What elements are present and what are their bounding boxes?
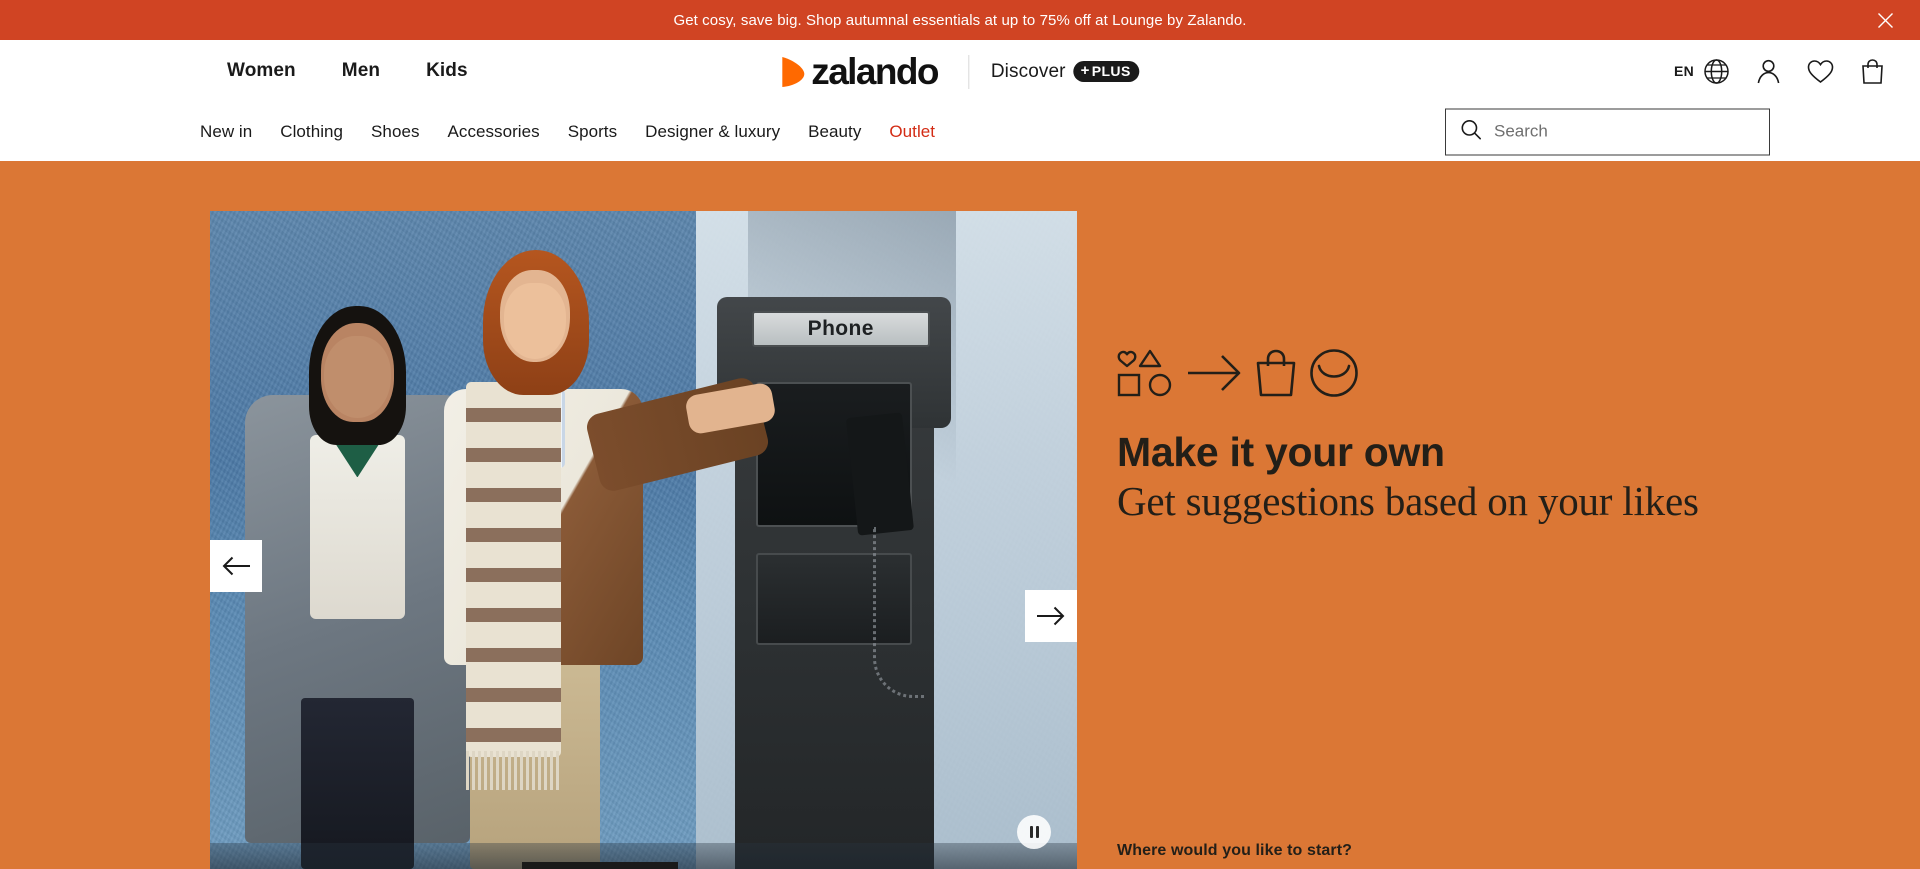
pause-icon-bar-left bbox=[1029, 826, 1033, 838]
secondary-navigation: New in Clothing Shoes Accessories Sports… bbox=[200, 122, 935, 142]
shapes-group-icon bbox=[1117, 349, 1172, 397]
brand-divider bbox=[967, 54, 969, 89]
account-icon[interactable] bbox=[1753, 56, 1783, 86]
model-center-scarf bbox=[465, 382, 562, 758]
nav-women[interactable]: Women bbox=[227, 60, 296, 82]
nav-new-in[interactable]: New in bbox=[200, 122, 252, 142]
nav-sports[interactable]: Sports bbox=[568, 122, 617, 142]
zalando-wordmark: zalando bbox=[811, 51, 939, 92]
nav-beauty[interactable]: Beauty bbox=[808, 122, 861, 142]
nav-accessories[interactable]: Accessories bbox=[448, 122, 540, 142]
model-center-scarf-fringe bbox=[465, 750, 562, 791]
wishlist-heart-icon[interactable] bbox=[1805, 56, 1835, 86]
carousel-progress-fill bbox=[522, 862, 679, 869]
nav-outlet[interactable]: Outlet bbox=[889, 122, 935, 142]
smiley-face-icon bbox=[1310, 349, 1358, 397]
site-header: Women Men Kids zalando Discover + PLUS E… bbox=[0, 40, 1920, 161]
hero-subheadline: Get suggestions based on your likes bbox=[1117, 477, 1699, 524]
carousel-progress-track[interactable] bbox=[210, 862, 1077, 869]
arrow-right-icon bbox=[1188, 355, 1241, 391]
model-center-face bbox=[503, 283, 567, 360]
hero-start-prompt: Where would you like to start? bbox=[1117, 842, 1353, 859]
plus-badge-text: PLUS bbox=[1091, 63, 1131, 79]
hero-content-panel: Make it your own Get suggestions based o… bbox=[1117, 347, 1757, 859]
arrow-right-icon bbox=[1037, 606, 1065, 626]
zalando-logo[interactable]: zalando bbox=[780, 51, 939, 92]
nav-shoes[interactable]: Shoes bbox=[371, 122, 419, 142]
promo-banner: Get cosy, save big. Shop autumnal essent… bbox=[0, 0, 1920, 40]
nav-kids[interactable]: Kids bbox=[426, 60, 468, 82]
nav-designer-luxury[interactable]: Designer & luxury bbox=[645, 122, 780, 142]
search-box[interactable] bbox=[1445, 108, 1770, 155]
brand-block: zalando Discover + PLUS bbox=[780, 51, 1140, 92]
model-left-face bbox=[323, 336, 392, 419]
hero-headline: Make it your own bbox=[1117, 429, 1445, 475]
language-code: EN bbox=[1673, 63, 1694, 79]
carousel-prev-button[interactable] bbox=[210, 540, 262, 592]
shopping-bag-icon[interactable] bbox=[1857, 56, 1887, 86]
pause-icon-bar-right bbox=[1035, 826, 1039, 838]
shopping-bag-icon bbox=[1256, 349, 1296, 397]
search-input[interactable] bbox=[1494, 121, 1755, 142]
hero-icon-sequence bbox=[1117, 347, 1757, 399]
arrow-left-icon bbox=[222, 556, 250, 576]
phone-handset bbox=[845, 412, 914, 537]
nav-clothing[interactable]: Clothing bbox=[280, 122, 343, 142]
plus-badge: + PLUS bbox=[1073, 61, 1140, 82]
campaign-photo: Phone bbox=[210, 211, 1077, 869]
zalando-logo-mark bbox=[782, 56, 805, 87]
header-top-row: Women Men Kids zalando Discover + PLUS E… bbox=[0, 40, 1920, 102]
globe-icon[interactable] bbox=[1701, 56, 1731, 86]
close-icon[interactable] bbox=[1872, 7, 1898, 33]
primary-navigation: Women Men Kids bbox=[227, 60, 468, 82]
phone-cord bbox=[873, 526, 926, 698]
header-actions: EN bbox=[1674, 56, 1887, 86]
header-bottom-row: New in Clothing Shoes Accessories Sports… bbox=[0, 102, 1920, 161]
carousel-next-button[interactable] bbox=[1025, 590, 1077, 642]
plus-sign-icon: + bbox=[1080, 62, 1090, 79]
discover-label: Discover bbox=[990, 60, 1066, 82]
nav-men[interactable]: Men bbox=[342, 60, 380, 82]
phone-booth-sign: Phone bbox=[751, 311, 930, 347]
language-switcher[interactable]: EN bbox=[1674, 56, 1731, 86]
hero-carousel-image: Phone bbox=[210, 211, 1077, 869]
phone-booth-sign-text: Phone bbox=[807, 316, 874, 340]
promo-banner-text: Get cosy, save big. Shop autumnal essent… bbox=[673, 11, 1247, 29]
carousel-pause-button[interactable] bbox=[1017, 815, 1051, 849]
discover-plus-link[interactable]: Discover + PLUS bbox=[991, 61, 1140, 83]
search-icon bbox=[1460, 118, 1482, 145]
hero-section: Phone Make it your own Get suggestions b… bbox=[0, 161, 1920, 869]
